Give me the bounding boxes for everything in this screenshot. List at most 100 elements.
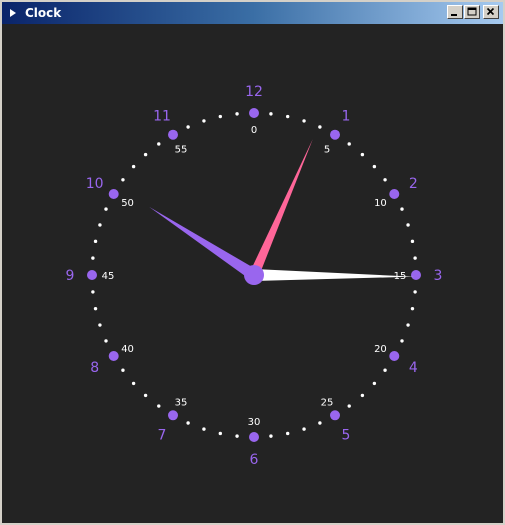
hour-marker [108,189,119,199]
minute-dot [186,421,190,425]
minute-dot [91,256,95,260]
minute-dot [285,431,290,436]
minute-label: 55 [175,145,188,156]
minimize-icon [451,14,457,16]
hour-marker [249,432,259,442]
maximize-icon [467,7,477,16]
clock-face: 0510152025303540455055 121234567891011 [66,84,443,468]
minute-dot [121,178,125,182]
hour-number: 7 [158,427,167,443]
minute-dot [413,290,417,294]
minute-hand [253,269,414,281]
minute-label: 40 [121,344,134,355]
minute-dot [93,306,98,311]
minute-dot [131,381,136,386]
hour-number: 9 [66,268,75,284]
hour-marker [330,410,340,421]
hour-number: 4 [409,360,418,376]
minute-dot [383,178,387,182]
minute-dot [98,223,102,227]
close-icon [486,7,495,16]
minute-dot [218,114,223,119]
hour-number: 11 [153,109,171,125]
hour-marker [168,129,178,140]
minute-dot [383,368,387,372]
minute-dot [413,256,417,260]
minute-dot [91,290,95,294]
minute-label: 25 [321,397,334,408]
hour-marker [168,410,178,421]
minute-dot [218,431,223,436]
minute-dot [143,152,148,157]
hour-number: 5 [342,427,351,443]
minute-dot [410,239,415,244]
title-bar[interactable]: Clock [2,2,503,24]
minute-dot [400,207,404,211]
hour-marker [389,189,400,199]
hour-number: 3 [434,268,443,284]
clock-canvas: 0510152025303540455055 121234567891011 [2,24,503,523]
minute-label: 35 [175,397,188,408]
hour-number: 10 [86,176,104,192]
clock-window: Clock 0510152025303540455055 12123456789… [0,0,505,525]
minute-label: 45 [102,271,115,282]
hour-marker [87,270,97,280]
minute-dot [360,152,365,157]
hour-marker [249,108,259,118]
minute-dot [360,393,365,398]
minute-dot [104,207,108,211]
minute-dot [269,434,273,438]
minute-dot [318,421,322,425]
hour-number: 6 [250,452,259,468]
minute-dot [302,427,306,431]
minute-dot [347,142,351,146]
hour-hand [149,206,258,281]
app-icon[interactable] [6,6,20,20]
minute-dot [98,323,102,327]
hour-marker [108,351,119,361]
window-title: Clock [25,6,62,20]
hour-number: 12 [245,84,263,100]
hour-number: 8 [90,360,99,376]
minute-dot [235,434,239,438]
minute-dot [121,368,125,372]
close-button[interactable] [483,5,499,19]
minute-dot [104,339,108,343]
minimize-button[interactable] [447,5,463,19]
maximize-button[interactable] [464,5,480,19]
minute-dot [406,223,410,227]
minute-label: 30 [248,417,261,428]
hour-number: 2 [409,176,418,192]
hour-number: 1 [342,109,351,125]
center-cap [244,265,264,285]
minute-label: 5 [324,145,330,156]
minute-dot [157,142,161,146]
minute-dot [302,119,306,123]
minute-label: 10 [374,198,387,209]
minute-dot [372,164,377,169]
clock-hands [149,139,414,285]
second-hand [249,139,313,277]
minute-dot [143,393,148,398]
hour-marker [411,270,421,280]
minute-dot [285,114,290,119]
minute-label: 0 [251,125,257,136]
minute-dot [318,125,322,129]
minute-label: 20 [374,344,387,355]
hour-marker [389,351,400,361]
minute-dot [372,381,377,386]
minute-dot [347,404,351,408]
minute-dot [406,323,410,327]
minute-dot [202,119,206,123]
window-controls [446,5,499,19]
minute-dot [400,339,404,343]
minute-dot [269,112,273,116]
minute-dot [186,125,190,129]
minute-dot [131,164,136,169]
minute-dot [235,112,239,116]
minute-dot [157,404,161,408]
minute-dot [202,427,206,431]
minute-label: 50 [121,198,134,209]
hour-marker [330,129,340,140]
minute-dot [93,239,98,244]
